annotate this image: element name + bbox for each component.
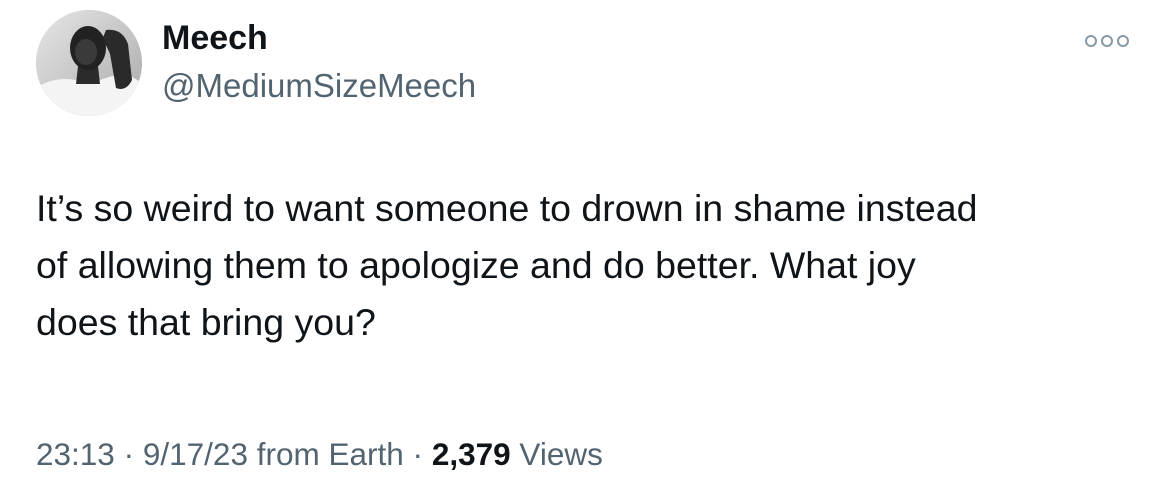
tweet-text-line: It’s so weird to want someone to drown i… [36,187,978,229]
separator-dot: · [412,436,424,472]
views-count: 2,379 [431,436,511,472]
views-label: Views [519,436,603,472]
tweet-card: Meech @MediumSizeMeech It’s so weird to … [0,0,1170,491]
avatar[interactable] [36,10,142,116]
tweet-text-line: does that bring you? [36,301,376,343]
tweet-source: from Earth [256,436,404,472]
tweet-text-line: of allowing them to apologize and do bet… [36,244,916,286]
display-name[interactable]: Meech [162,18,268,58]
avatar-photo [36,10,142,116]
tweet-time[interactable]: 23:13 [36,436,115,472]
views-link[interactable]: 2,379 Views [432,436,603,472]
user-handle[interactable]: @MediumSizeMeech [162,66,476,106]
tweet-text: It’s so weird to want someone to drown i… [36,180,1146,351]
tweet-meta: 23:13 · 9/17/23 from Earth · 2,379 Views [36,434,603,474]
more-options-button[interactable] [1082,30,1132,52]
separator-dot: · [123,436,135,472]
more-horizontal-icon [1085,35,1129,47]
tweet-date[interactable]: 9/17/23 [143,436,248,472]
